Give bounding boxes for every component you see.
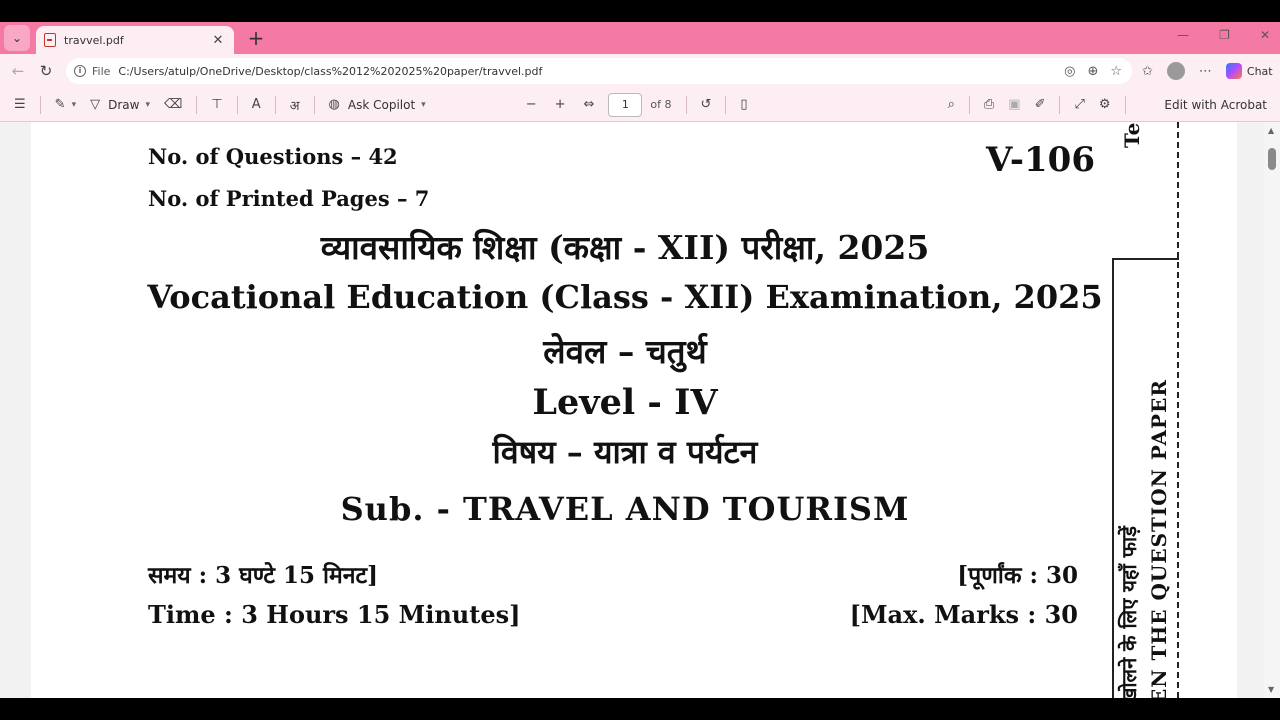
pdf-file-icon [44, 33, 56, 47]
tear-dashed-line [1177, 122, 1179, 698]
pdf-toolbar: ☰ ✎ ▾ ▽ Draw ▾ ⌫ ⊤ A अ ◍ Ask Copilot ▾ − + ⇔ … [0, 88, 1280, 122]
minimize-icon[interactable]: — [1177, 28, 1189, 42]
toolbar-divider [313, 95, 315, 114]
toolbar-divider [1124, 95, 1126, 114]
close-window-icon[interactable]: ✕ [1260, 28, 1270, 42]
toolbar-divider [968, 95, 970, 114]
zoom-in-icon[interactable]: + [555, 97, 566, 112]
paper-code: V-106 [986, 140, 1095, 180]
tab-title: travvel.pdf [64, 33, 124, 47]
english-level: Level - IV [532, 382, 718, 423]
window-controls: — ❐ ✕ [1177, 28, 1270, 42]
ask-copilot-button[interactable]: ◍ Ask Copilot ▾ [329, 97, 426, 112]
hindi-subject: विषय – यात्रा व पर्यटन [492, 433, 758, 471]
tab-actions-menu-icon[interactable]: ⌄ [4, 25, 30, 51]
hindi-time: समय : 3 घण्टे 15 मिनट] [148, 562, 378, 589]
url-text[interactable]: C:/Users/atulp/OneDrive/Desktop/class%20… [118, 65, 1064, 78]
hindi-max-marks: [पूर्णांक : 30 [957, 562, 1078, 589]
tab-strip: ⌄ travvel.pdf ✕ + — ❐ ✕ [0, 22, 1280, 54]
chevron-down-icon: ▾ [421, 99, 426, 110]
file-scheme-label: File [92, 64, 111, 78]
toolbar-divider [1059, 95, 1061, 114]
reload-icon[interactable]: ↻ [32, 62, 60, 80]
text-box-icon[interactable]: ⊤ [211, 97, 222, 112]
chevron-down-icon: ▾ [145, 99, 150, 110]
address-row: ← ↻ i File C:/Users/atulp/OneDrive/Deskt… [0, 54, 1280, 88]
toolbar-divider [685, 95, 687, 114]
toolbar-divider [236, 95, 238, 114]
chat-label: Chat [1246, 64, 1273, 78]
pdf-viewer[interactable]: No. of Questions – 42 No. of Printed Pag… [0, 122, 1280, 698]
scroll-up-icon[interactable]: ▲ [1268, 126, 1274, 135]
side-text-top: Te [1120, 122, 1144, 148]
tear-instruction-hindi: खोलने के लिए यहाँ फाड़ें [1117, 526, 1141, 698]
translate-icon[interactable]: अ [290, 96, 300, 114]
read-aloud-icon[interactable]: ◎ [1064, 64, 1075, 79]
tear-instruction-english: EN THE QUESTION PAPER [1147, 379, 1171, 698]
page-view-icon[interactable]: ▯ [740, 97, 747, 112]
draw-tool[interactable]: ▽ Draw ▾ [90, 97, 150, 112]
read-aloud-tool-icon[interactable]: A [252, 97, 261, 112]
english-time: Time : 3 Hours 15 Minutes] [148, 600, 521, 629]
copilot-icon [1225, 63, 1242, 79]
toolbar-divider [196, 95, 198, 114]
english-exam-title: Vocational Education (Class - XII) Exami… [147, 278, 1103, 316]
scrollbar-thumb[interactable] [1268, 148, 1276, 170]
pdf-page: No. of Questions – 42 No. of Printed Pag… [31, 122, 1237, 698]
toolbar-divider [274, 95, 276, 114]
highlight-tool[interactable]: ✎ ▾ [55, 97, 76, 112]
maximize-icon[interactable]: ❐ [1219, 28, 1230, 42]
fit-width-icon[interactable]: ⇔ [584, 97, 595, 112]
profile-avatar[interactable] [1166, 62, 1185, 80]
scroll-down-icon[interactable]: ▼ [1268, 685, 1274, 694]
ask-copilot-label: Ask Copilot [347, 97, 416, 112]
edit-with-acrobat-button[interactable]: Edit with Acrobat [1164, 98, 1267, 112]
toolbar-divider [725, 95, 727, 114]
search-icon[interactable]: ⌕ [948, 97, 955, 112]
highlighter-icon: ✎ [54, 97, 66, 112]
chevron-down-icon: ▾ [71, 99, 77, 110]
info-icon[interactable]: i [74, 65, 86, 77]
hindi-exam-title: व्यावसायिक शिक्षा (कक्षा - XII) परीक्षा,… [320, 228, 930, 267]
letterbox-bottom [0, 698, 1280, 720]
zoom-icon[interactable]: ⊕ [1087, 64, 1098, 79]
copilot-outline-icon: ◍ [328, 97, 340, 112]
page-number-input[interactable]: 1 [608, 92, 643, 117]
close-tab-icon[interactable]: ✕ [210, 33, 226, 48]
new-tab-button[interactable]: + [244, 26, 268, 50]
zoom-out-icon[interactable]: − [526, 97, 537, 112]
letterbox-top [0, 0, 1280, 22]
favorites-icon[interactable]: ✩ [1142, 64, 1153, 79]
number-of-printed-pages: No. of Printed Pages – 7 [148, 186, 430, 211]
toolbar-divider [39, 95, 41, 114]
rotate-icon[interactable]: ↺ [701, 97, 712, 112]
copilot-chat-button[interactable]: Chat [1225, 63, 1273, 79]
tab-travvel-pdf[interactable]: travvel.pdf ✕ [36, 26, 234, 54]
page-total: of 8 [650, 98, 672, 111]
address-bar[interactable]: i File C:/Users/atulp/OneDrive/Desktop/c… [66, 58, 1132, 84]
back-icon[interactable]: ← [4, 62, 32, 80]
print-icon[interactable]: ⎙ [984, 97, 994, 112]
hindi-level: लेवल – चतुर्थ [543, 332, 707, 371]
vertical-scrollbar[interactable]: ▲ ▼ [1264, 122, 1280, 698]
save-icon[interactable]: ▣ [1008, 97, 1020, 112]
save-as-icon[interactable]: ✐ [1035, 97, 1046, 112]
fullscreen-icon[interactable]: ⤢ [1074, 97, 1084, 112]
more-options-icon[interactable]: ⋯ [1199, 64, 1212, 79]
english-subject: Sub. - TRAVEL AND TOURISM [340, 490, 910, 528]
draw-label: Draw [108, 97, 140, 112]
contents-list-icon[interactable]: ☰ [14, 97, 26, 112]
number-of-questions: No. of Questions – 42 [148, 144, 398, 169]
eraser-icon[interactable]: ⌫ [164, 97, 182, 112]
favorite-star-icon[interactable]: ☆ [1110, 64, 1122, 79]
english-max-marks: [Max. Marks : 30 [849, 600, 1078, 629]
settings-gear-icon[interactable]: ⚙ [1099, 97, 1111, 112]
pen-icon: ▽ [90, 97, 101, 112]
